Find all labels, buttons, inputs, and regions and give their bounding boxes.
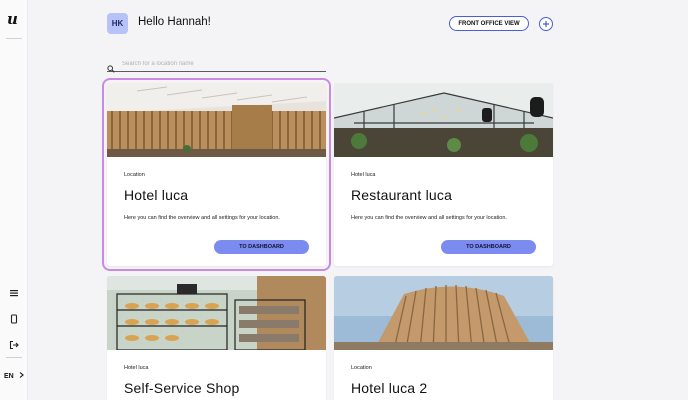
card-type-label: Hotel luca <box>124 365 149 371</box>
plus-icon <box>542 15 550 33</box>
language-switcher[interactable]: EN <box>4 372 24 380</box>
front-office-view-button[interactable]: FRONT OFFICE VIEW <box>449 16 529 31</box>
card-title: Restaurant luca <box>351 187 453 203</box>
sidebar: u EN <box>0 0 28 400</box>
greeting-text: Hello Hannah! <box>138 16 211 28</box>
add-location-button[interactable] <box>539 17 553 31</box>
search-bar <box>107 58 326 73</box>
location-card-hotel-luca[interactable]: Location Hotel luca Here you can find th… <box>102 78 331 271</box>
search-input[interactable] <box>122 58 322 70</box>
card-title: Self-Service Shop <box>124 380 240 396</box>
shop-image <box>107 276 326 350</box>
menu-icon[interactable] <box>9 285 19 297</box>
card-type-label: Hotel luca <box>351 172 376 178</box>
app-logo: u <box>7 10 18 28</box>
sidebar-divider <box>6 38 22 39</box>
building-exterior-image <box>334 276 553 350</box>
device-icon[interactable] <box>9 311 19 324</box>
location-card-restaurant-luca[interactable]: Hotel luca Restaurant luca Here you can … <box>334 83 553 266</box>
language-label: EN <box>4 372 14 380</box>
card-type-label: Location <box>124 172 145 178</box>
sidebar-divider <box>6 357 22 358</box>
to-dashboard-button[interactable]: TO DASHBOARD <box>441 240 536 254</box>
card-description: Here you can find the overview and all s… <box>351 215 507 221</box>
card-title: Hotel luca 2 <box>351 380 428 396</box>
logout-icon[interactable] <box>9 337 19 350</box>
search-icon <box>107 60 115 73</box>
avatar[interactable]: HK <box>107 13 128 34</box>
card-description: Here you can find the overview and all s… <box>124 215 280 221</box>
chevron-right-icon <box>19 372 24 380</box>
location-card-self-service-shop[interactable]: Hotel luca Self-Service Shop <box>107 276 326 400</box>
hotel-lobby-image <box>107 83 326 157</box>
location-card-hotel-luca-2[interactable]: Location Hotel luca 2 <box>334 276 553 400</box>
to-dashboard-button[interactable]: TO DASHBOARD <box>214 240 309 254</box>
card-type-label: Location <box>351 365 372 371</box>
card-title: Hotel luca <box>124 187 189 203</box>
restaurant-image <box>334 83 553 157</box>
